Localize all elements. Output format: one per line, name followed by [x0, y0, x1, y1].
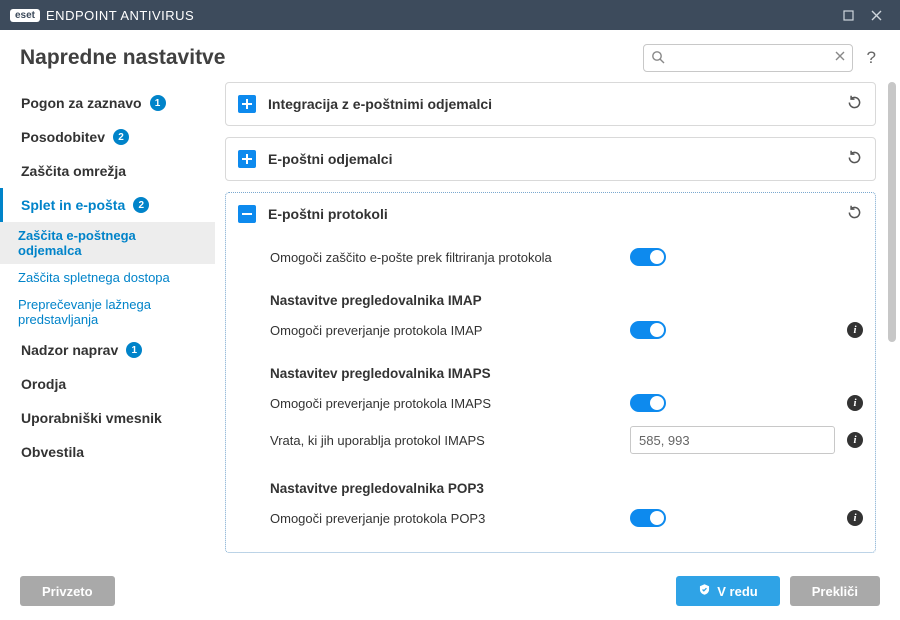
info-icon[interactable]: i	[847, 395, 863, 411]
search-field[interactable]	[643, 44, 853, 72]
reset-icon[interactable]	[846, 94, 863, 114]
search-icon	[651, 50, 665, 67]
nav-tools[interactable]: Orodja	[0, 367, 215, 401]
nav-label: Preprečevanje lažnega predstavljanja	[18, 297, 151, 327]
titlebar: eset ENDPOINT ANTIVIRUS	[0, 0, 900, 30]
toggle-pop3[interactable]	[630, 509, 666, 527]
nav-label: Obvestila	[21, 444, 84, 460]
panel-header[interactable]: E-poštni protokoli	[226, 193, 875, 235]
row-label: Omogoči preverjanje protokola IMAPS	[270, 396, 630, 411]
nav-label: Orodja	[21, 376, 66, 392]
search-input[interactable]	[643, 44, 853, 72]
product-name: ENDPOINT ANTIVIRUS	[46, 8, 194, 23]
nav-badge: 1	[126, 342, 142, 358]
sidebar: Pogon za zaznavo 1 Posodobitev 2 Zaščita…	[0, 82, 215, 566]
default-button[interactable]: Privzeto	[20, 576, 115, 606]
info-icon[interactable]: i	[847, 322, 863, 338]
window-close-icon[interactable]	[862, 1, 890, 29]
nav-label: Uporabniški vmesnik	[21, 410, 162, 426]
settings-content: Integracija z e-poštnimi odjemalci E-poš…	[225, 82, 882, 566]
group-pop3: Nastavitve pregledovalnika POP3	[270, 461, 863, 502]
nav-web-email[interactable]: Splet in e-pošta 2	[0, 188, 215, 222]
row-imaps-ports: Vrata, ki jih uporablja protokol IMAPS i	[270, 419, 863, 461]
group-imaps: Nastavitev pregledovalnika IMAPS	[270, 346, 863, 387]
row-enable-email-protection: Omogoči zaščito e-pošte prek filtriranja…	[270, 241, 863, 273]
scrollbar[interactable]	[888, 82, 896, 566]
footer: Privzeto V redu Prekliči	[0, 566, 900, 616]
row-label: Omogoči preverjanje protokola IMAP	[270, 323, 630, 338]
reset-icon[interactable]	[846, 204, 863, 224]
nav-notifications[interactable]: Obvestila	[0, 435, 215, 469]
panel-header[interactable]: E-poštni odjemalci	[226, 138, 875, 180]
info-icon[interactable]: i	[847, 432, 863, 448]
nav-badge: 2	[113, 129, 129, 145]
row-label: Omogoči preverjanje protokola POP3	[270, 511, 630, 526]
row-imap: Omogoči preverjanje protokola IMAP i	[270, 314, 863, 346]
panel-email-integration: Integracija z e-poštnimi odjemalci	[225, 82, 876, 126]
imaps-ports-input[interactable]	[630, 426, 835, 454]
ok-button[interactable]: V redu	[676, 576, 779, 606]
nav-badge: 2	[133, 197, 149, 213]
nav-antiphishing[interactable]: Preprečevanje lažnega predstavljanja	[0, 291, 215, 333]
window-maximize-icon[interactable]	[834, 1, 862, 29]
toggle-imaps[interactable]	[630, 394, 666, 412]
row-label: Vrata, ki jih uporablja protokol IMAPS	[270, 433, 630, 448]
panel-email-protocols: E-poštni protokoli Omogoči zaščito e-poš…	[225, 192, 876, 553]
nav-label: Zaščita e-poštnega odjemalca	[18, 228, 136, 258]
scrollbar-thumb[interactable]	[888, 82, 896, 342]
group-imap: Nastavitve pregledovalnika IMAP	[270, 273, 863, 314]
row-pop3: Omogoči preverjanje protokola POP3 i	[270, 502, 863, 534]
row-imaps: Omogoči preverjanje protokola IMAPS i	[270, 387, 863, 419]
page-title: Napredne nastavitve	[20, 46, 643, 70]
expand-icon	[238, 95, 256, 113]
nav-label: Nadzor naprav	[21, 342, 118, 358]
panel-title: E-poštni protokoli	[268, 206, 834, 222]
collapse-icon	[238, 205, 256, 223]
header: Napredne nastavitve ?	[0, 30, 900, 82]
clear-search-icon[interactable]	[833, 49, 847, 66]
nav-update[interactable]: Posodobitev 2	[0, 120, 215, 154]
nav-device-control[interactable]: Nadzor naprav 1	[0, 333, 215, 367]
nav-label: Zaščita spletnega dostopa	[18, 270, 170, 285]
nav-detection-engine[interactable]: Pogon za zaznavo 1	[0, 86, 215, 120]
toggle-imap[interactable]	[630, 321, 666, 339]
info-icon[interactable]: i	[847, 510, 863, 526]
nav-web-access-protection[interactable]: Zaščita spletnega dostopa	[0, 264, 215, 291]
nav-label: Zaščita omrežja	[21, 163, 126, 179]
toggle-enable-email-protection[interactable]	[630, 248, 666, 266]
panel-title: Integracija z e-poštnimi odjemalci	[268, 96, 834, 112]
nav-email-client-protection[interactable]: Zaščita e-poštnega odjemalca	[0, 222, 215, 264]
nav-label: Pogon za zaznavo	[21, 95, 142, 111]
panel-title: E-poštni odjemalci	[268, 151, 834, 167]
row-label: Omogoči zaščito e-pošte prek filtriranja…	[270, 250, 630, 265]
expand-icon	[238, 150, 256, 168]
nav-label: Posodobitev	[21, 129, 105, 145]
panel-header[interactable]: Integracija z e-poštnimi odjemalci	[226, 83, 875, 125]
reset-icon[interactable]	[846, 149, 863, 169]
panel-email-clients: E-poštni odjemalci	[225, 137, 876, 181]
nav-label: Splet in e-pošta	[21, 197, 125, 213]
cancel-button[interactable]: Prekliči	[790, 576, 880, 606]
nav-network-protection[interactable]: Zaščita omrežja	[0, 154, 215, 188]
shield-check-icon	[698, 583, 711, 599]
help-icon[interactable]: ?	[863, 48, 880, 68]
nav-badge: 1	[150, 95, 166, 111]
nav-ui[interactable]: Uporabniški vmesnik	[0, 401, 215, 435]
brand-badge: eset	[10, 9, 40, 22]
